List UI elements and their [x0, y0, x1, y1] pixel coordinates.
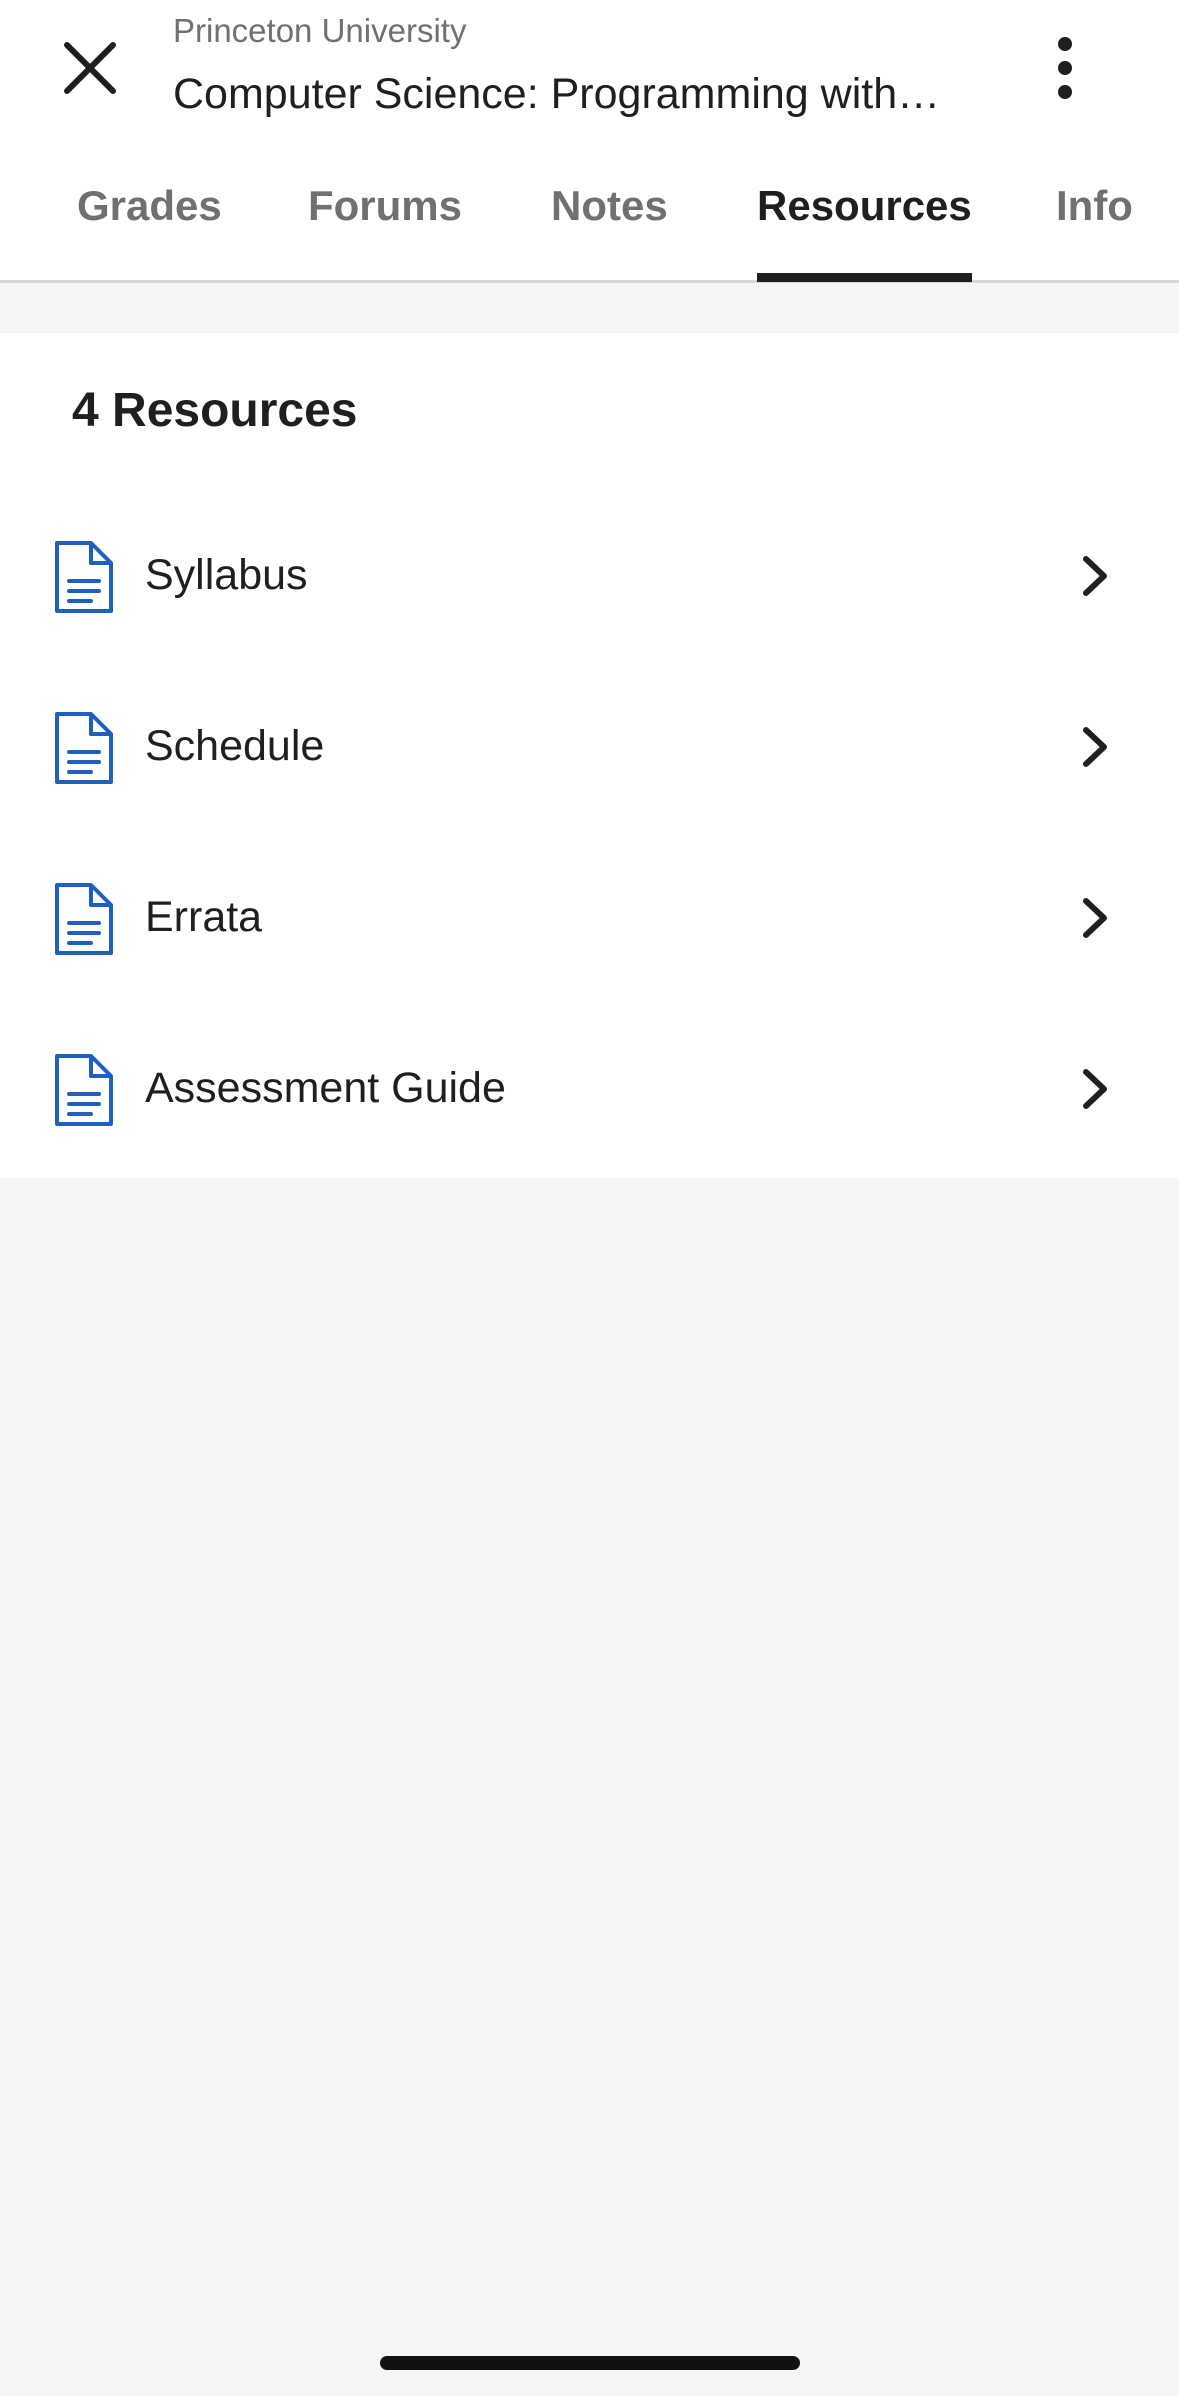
resource-item-schedule[interactable]: Schedule [0, 666, 1179, 837]
chevron-right-icon [1083, 556, 1107, 596]
resources-card: 4 Resources Syllabus Schedule Errata Ass… [0, 333, 1179, 1178]
resources-screen: Princeton University Computer Science: P… [0, 0, 1179, 2396]
chevron-right-icon [1083, 1069, 1107, 1109]
resource-item-assessment-guide[interactable]: Assessment Guide [0, 1008, 1179, 1179]
tab-resources[interactable]: Resources [757, 170, 972, 282]
course-title: Computer Science: Programming with… [173, 70, 941, 118]
resource-label: Assessment Guide [145, 1064, 506, 1112]
document-icon [55, 1054, 113, 1126]
resource-item-syllabus[interactable]: Syllabus [0, 495, 1179, 666]
close-button[interactable] [46, 24, 134, 112]
chevron-right-icon [1083, 898, 1107, 938]
tab-forums[interactable]: Forums [308, 170, 462, 280]
document-icon [55, 883, 113, 955]
more-options-button[interactable] [1025, 28, 1105, 108]
close-icon [64, 42, 116, 94]
home-indicator[interactable] [380, 2356, 800, 2370]
chevron-right-icon [1083, 727, 1107, 767]
more-vertical-icon [1058, 37, 1072, 99]
tab-grades[interactable]: Grades [77, 170, 222, 280]
tab-bar: Grades Forums Notes Resources Info [0, 170, 1179, 283]
document-icon [55, 712, 113, 784]
org-name: Princeton University [173, 12, 467, 49]
resource-item-errata[interactable]: Errata [0, 837, 1179, 1008]
resource-label: Errata [145, 893, 263, 941]
document-icon [55, 541, 113, 613]
tab-notes[interactable]: Notes [551, 170, 668, 280]
resource-label: Syllabus [145, 551, 308, 599]
tab-info[interactable]: Info [1056, 170, 1133, 280]
resource-label: Schedule [145, 722, 325, 770]
resources-count-title: 4 Resources [72, 384, 358, 437]
app-header: Princeton University Computer Science: P… [0, 0, 1179, 283]
